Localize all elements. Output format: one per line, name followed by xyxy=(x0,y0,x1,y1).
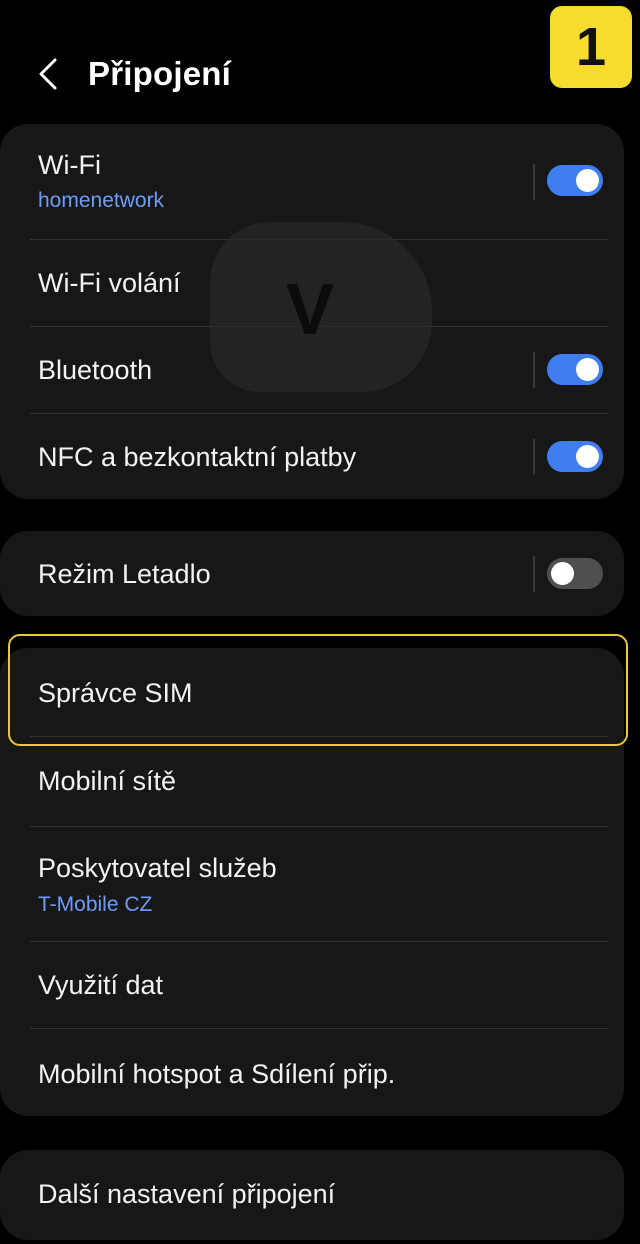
sim-manager-label: Správce SIM xyxy=(38,678,193,708)
nfc-label: NFC a bezkontaktní platby xyxy=(38,442,357,472)
wifi-network-name: homenetwork xyxy=(38,189,165,212)
separator xyxy=(533,164,535,200)
page-title: Připojení xyxy=(88,55,231,92)
wifi-toggle[interactable] xyxy=(547,165,603,196)
nfc-toggle[interactable] xyxy=(547,441,603,472)
airplane-mode-label: Režim Letadlo xyxy=(38,559,211,589)
wifi-label: Wi-Fi xyxy=(38,150,101,180)
hotspot-label: Mobilní hotspot a Sdílení přip. xyxy=(38,1059,396,1089)
airplane-mode-row[interactable]: Režim Letadlo xyxy=(0,531,624,616)
separator xyxy=(533,352,535,388)
touch-indicator-letter: V xyxy=(286,270,335,350)
wifi-calling-label: Wi-Fi volání xyxy=(38,268,181,298)
chevron-left-icon xyxy=(39,58,57,90)
more-settings-card: Další nastavení připojení xyxy=(0,1150,624,1240)
bluetooth-label: Bluetooth xyxy=(38,355,153,385)
service-provider-row[interactable]: Poskytovatel služeb T-Mobile CZ xyxy=(0,827,624,941)
toggle-knob xyxy=(551,562,574,585)
toggle-knob xyxy=(576,445,599,468)
back-button[interactable] xyxy=(22,50,74,98)
airplane-mode-toggle[interactable] xyxy=(547,558,603,589)
separator xyxy=(533,556,535,592)
separator xyxy=(533,439,535,475)
service-provider-label: Poskytovatel služeb xyxy=(38,853,277,883)
data-usage-label: Využití dat xyxy=(38,970,164,1000)
mobile-card: Správce SIM Mobilní sítě Poskytovatel sl… xyxy=(0,648,624,1116)
toggle-knob xyxy=(576,169,599,192)
bluetooth-toggle[interactable] xyxy=(547,354,603,385)
more-settings-row[interactable]: Další nastavení připojení xyxy=(0,1150,624,1240)
sim-manager-row[interactable]: Správce SIM xyxy=(0,648,624,736)
airplane-card: Režim Letadlo xyxy=(0,531,624,616)
step-number-badge: 1 xyxy=(550,6,632,88)
toggle-knob xyxy=(576,358,599,381)
hotspot-row[interactable]: Mobilní hotspot a Sdílení přip. xyxy=(0,1029,624,1116)
header-bar: Připojení 1 xyxy=(0,0,640,120)
mobile-networks-row[interactable]: Mobilní sítě xyxy=(0,737,624,825)
more-settings-label: Další nastavení připojení xyxy=(38,1179,336,1209)
data-usage-row[interactable]: Využití dat xyxy=(0,942,624,1028)
service-provider-name: T-Mobile CZ xyxy=(38,893,153,916)
mobile-networks-label: Mobilní sítě xyxy=(38,766,177,796)
nfc-row[interactable]: NFC a bezkontaktní platby xyxy=(0,414,624,499)
